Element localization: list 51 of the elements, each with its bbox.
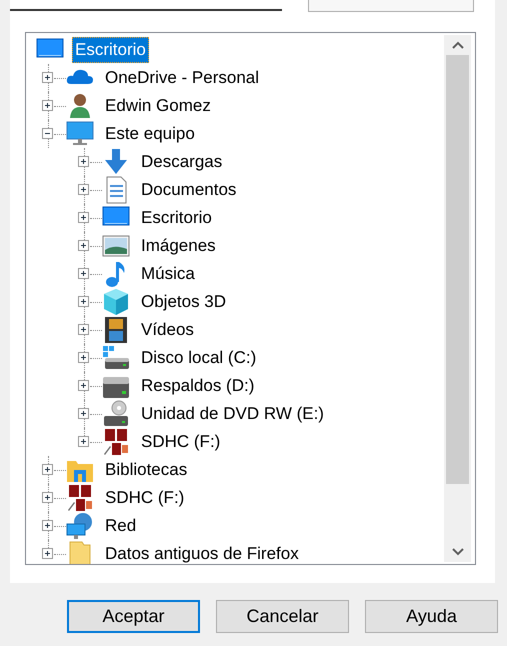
dialog-button[interactable]: Ayuda [365, 600, 498, 633]
tree-item[interactable]: Objetos 3D [138, 289, 230, 315]
expand-icon[interactable] [78, 212, 89, 223]
expand-icon[interactable] [78, 240, 89, 251]
scrollbar-thumb[interactable] [446, 55, 469, 484]
cube-icon [102, 288, 130, 316]
tree-item[interactable]: Datos antiguos de Firefox [102, 541, 302, 564]
tree-item[interactable]: Escritorio [72, 37, 149, 63]
dialog-button[interactable]: Aceptar [67, 600, 200, 633]
tree-item[interactable]: Música [138, 261, 198, 287]
expand-icon[interactable] [78, 324, 89, 335]
tree-item[interactable]: Bibliotecas [102, 457, 190, 483]
expand-icon[interactable] [78, 352, 89, 363]
tree-item[interactable]: Documentos [138, 177, 240, 203]
tree-item[interactable]: Escritorio [138, 205, 215, 231]
scroll-up-icon[interactable] [452, 41, 464, 49]
scroll-down-icon[interactable] [452, 548, 464, 556]
dvd-drive-icon [102, 400, 130, 428]
drive-icon [102, 344, 130, 372]
expand-icon[interactable] [78, 156, 89, 167]
tree-item[interactable]: Edwin Gomez [102, 93, 214, 119]
expand-icon[interactable] [78, 268, 89, 279]
tree-item[interactable]: Respaldos (D:) [138, 373, 258, 399]
tree-item[interactable]: Vídeos [138, 317, 197, 343]
tree-item[interactable]: Disco local (C:) [138, 345, 260, 371]
tree-item[interactable]: Este equipo [102, 121, 198, 147]
expand-icon[interactable] [42, 464, 53, 475]
expand-icon[interactable] [42, 100, 53, 111]
dialog-button[interactable]: Cancelar [216, 600, 349, 633]
tree-item[interactable]: Unidad de DVD RW (E:) [138, 401, 327, 427]
tree-item[interactable]: Descargas [138, 149, 226, 175]
tree-item[interactable]: Imágenes [138, 233, 219, 259]
expand-icon[interactable] [78, 380, 89, 391]
expand-icon[interactable] [42, 492, 53, 503]
expand-icon[interactable] [42, 548, 53, 559]
expand-icon[interactable] [78, 436, 89, 447]
expand-icon[interactable] [42, 520, 53, 531]
tree-item[interactable]: Red [102, 513, 140, 539]
scrollbar[interactable] [444, 35, 471, 562]
expand-icon[interactable] [42, 72, 53, 83]
tree-item[interactable]: SDHC (F:) [138, 429, 224, 455]
sd-card-icon [102, 428, 130, 456]
sd-card-icon [66, 484, 94, 512]
collapse-icon[interactable] [42, 128, 53, 139]
tree-item[interactable]: OneDrive - Personal [102, 65, 262, 91]
download-arrow-icon [102, 148, 130, 176]
tree-item[interactable]: SDHC (F:) [102, 485, 188, 511]
expand-icon[interactable] [78, 184, 89, 195]
expand-icon[interactable] [78, 408, 89, 419]
expand-icon[interactable] [78, 296, 89, 307]
film-icon [102, 316, 130, 344]
